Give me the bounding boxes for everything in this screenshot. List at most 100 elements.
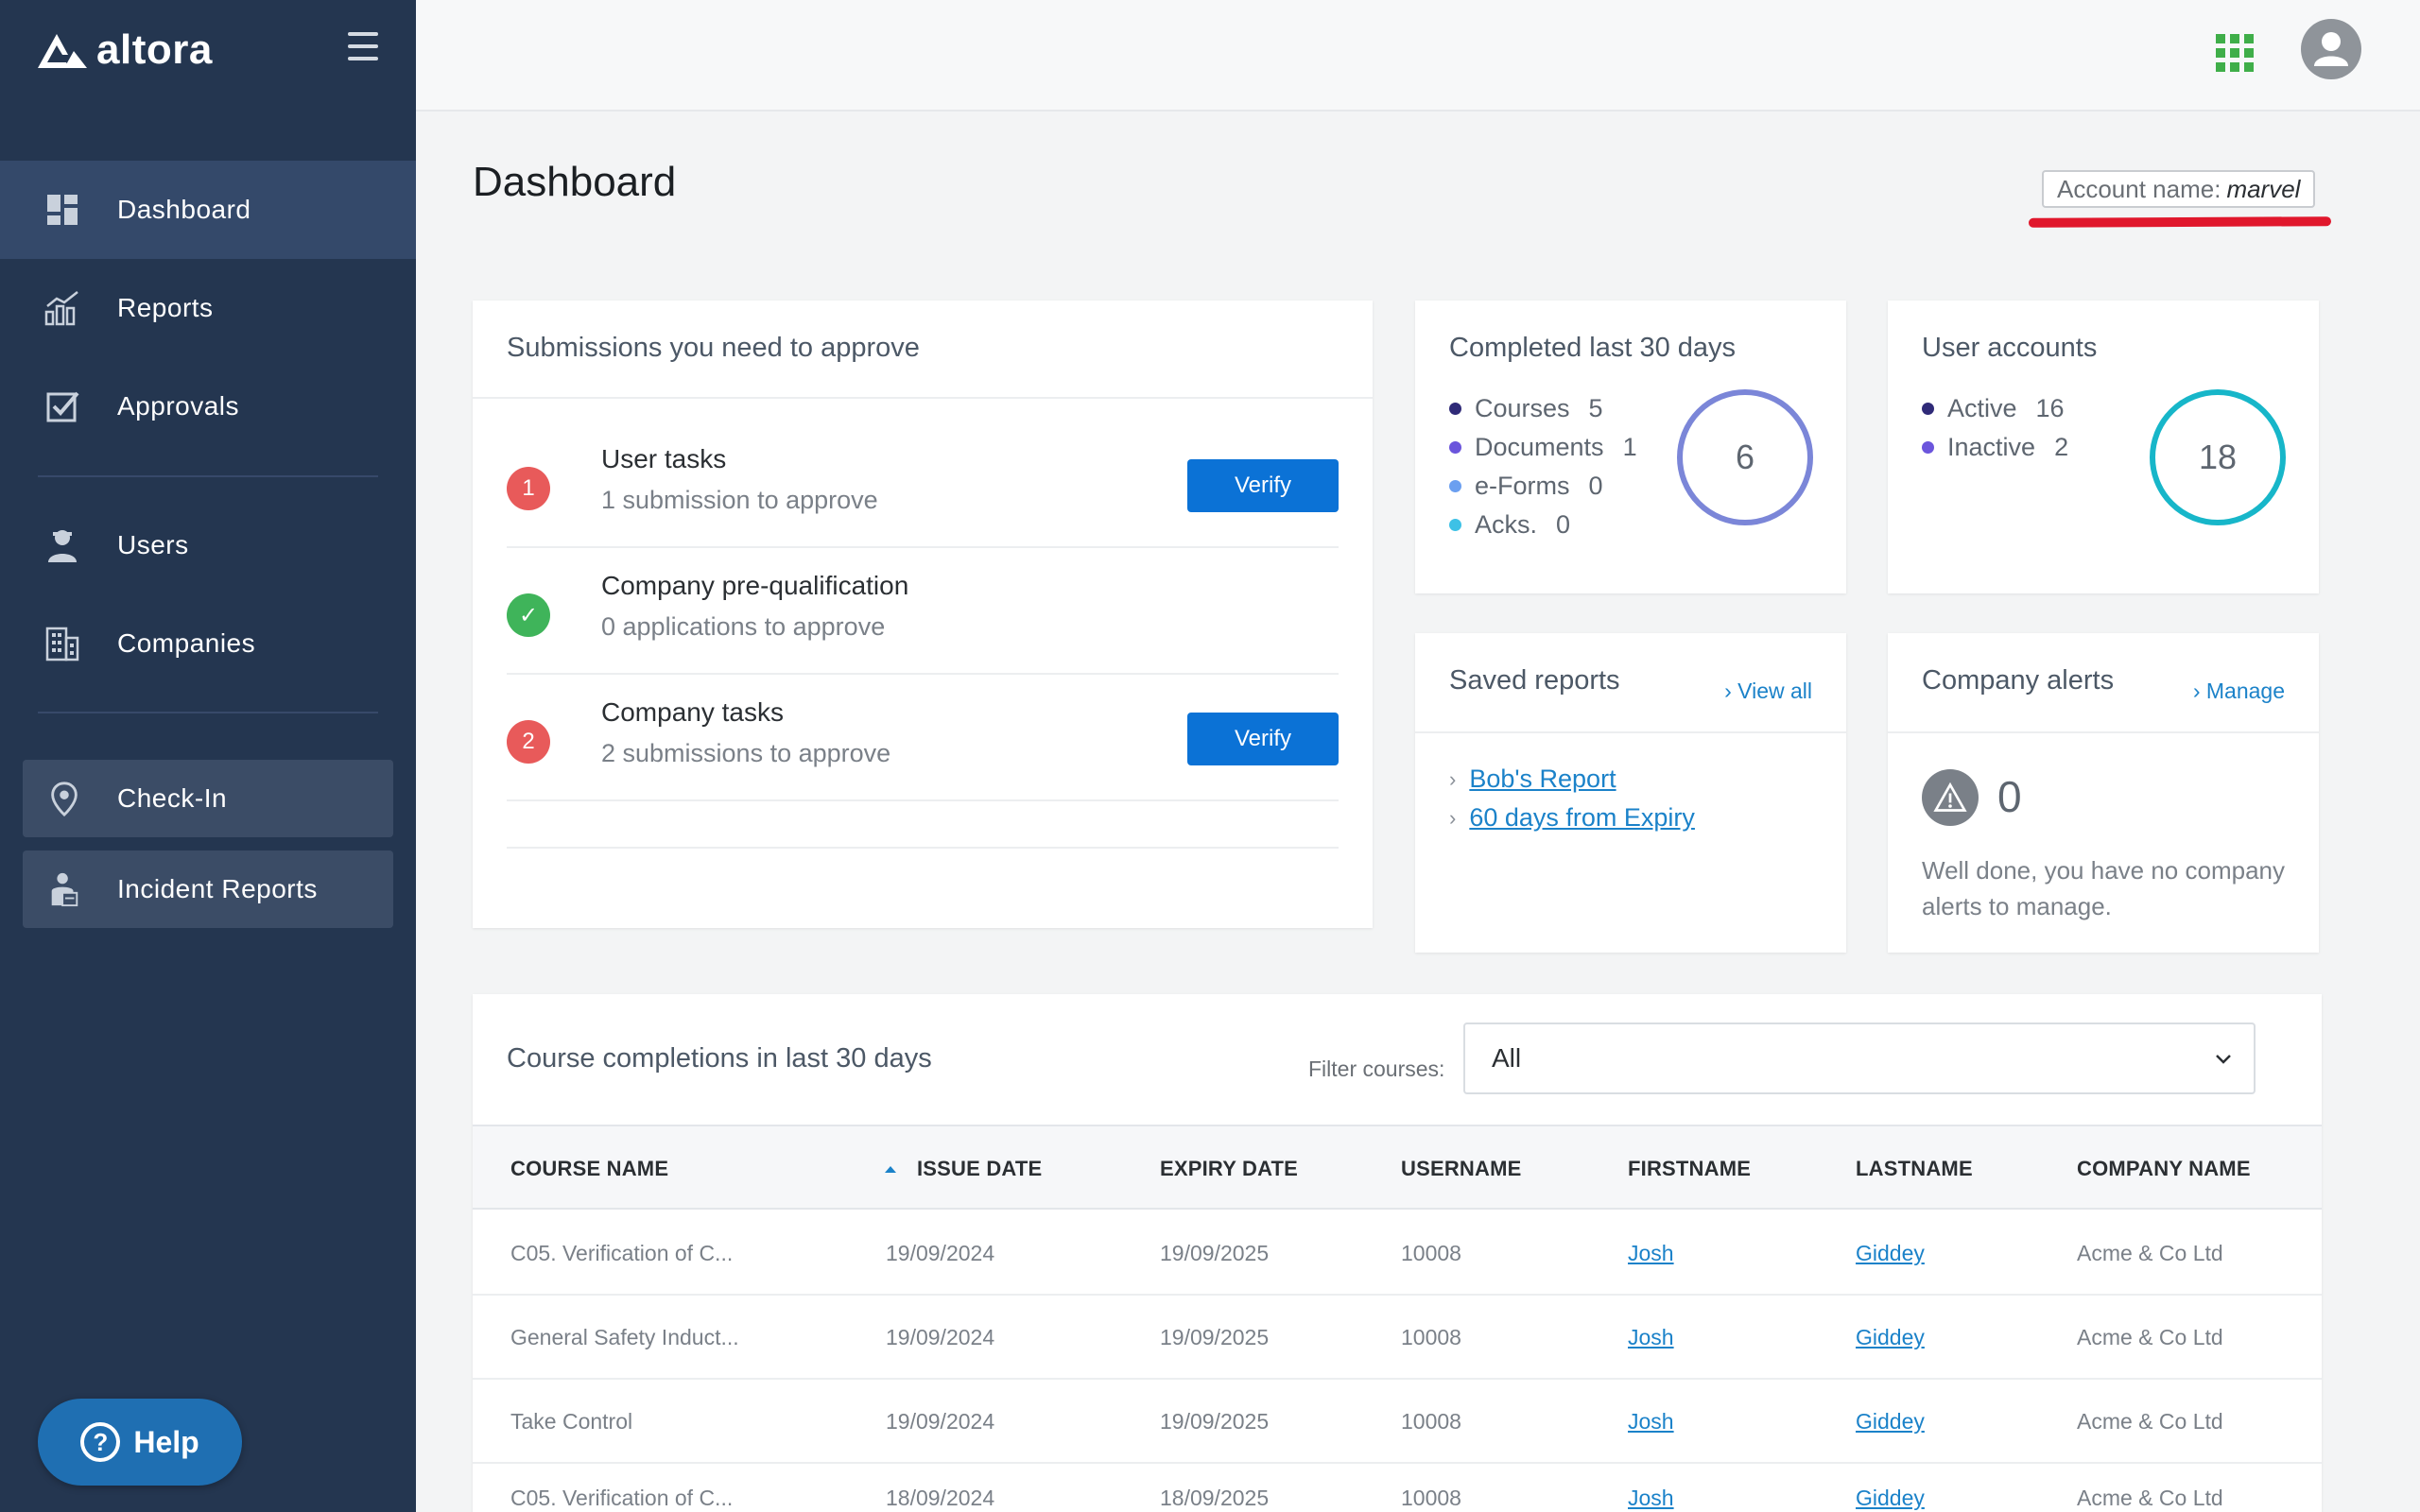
avatar[interactable]	[2301, 19, 2361, 79]
column-header-issue-date[interactable]: ISSUE DATE	[883, 1126, 1042, 1211]
brand-logo[interactable]: altora	[36, 26, 213, 74]
saved-report-link[interactable]: 60 days from Expiry	[1469, 803, 1695, 833]
apps-grid-icon[interactable]	[2216, 34, 2254, 72]
saved-report-link[interactable]: Bob's Report	[1469, 765, 1616, 794]
filter-label: Filter courses:	[1308, 1057, 1445, 1081]
dashboard-icon	[42, 189, 83, 231]
card-divider	[1415, 731, 1846, 733]
nav-item-reports[interactable]: Reports	[0, 259, 416, 357]
legend-dot	[1922, 403, 1934, 415]
cell-company-name: Acme & Co Ltd	[2077, 1325, 2223, 1349]
card-title: Submissions you need to approve	[507, 333, 920, 363]
column-header-firstname[interactable]: FIRSTNAME	[1628, 1126, 1751, 1211]
lastname-link[interactable]: Giddey	[1856, 1241, 1925, 1266]
nav-item-dashboard[interactable]: Dashboard	[0, 161, 416, 259]
user-accounts-total-ring: 18	[2150, 389, 2286, 525]
nav-divider	[38, 712, 378, 713]
manage-label: Manage	[2205, 679, 2285, 703]
lastname-link[interactable]: Giddey	[1856, 1325, 1925, 1350]
cell-company-name: Acme & Co Ltd	[2077, 1486, 2223, 1510]
approval-subtitle: 0 applications to approve	[601, 612, 886, 641]
chevron-down-icon	[2216, 1055, 2231, 1064]
card-title: User accounts	[1922, 333, 2098, 363]
legend-item: Acks. 0	[1449, 506, 1637, 544]
annotation-underline	[2028, 216, 2332, 228]
card-title: Saved reports	[1449, 665, 1620, 696]
column-header-expiry-date[interactable]: EXPIRY DATE	[1160, 1126, 1298, 1211]
cell-username: 10008	[1401, 1325, 1461, 1349]
lastname-link[interactable]: Giddey	[1856, 1409, 1925, 1435]
cell-username: 10008	[1401, 1486, 1461, 1510]
cell-expiry-date: 19/09/2025	[1160, 1241, 1270, 1265]
legend-label: Acks.	[1475, 510, 1538, 539]
nav-item-approvals[interactable]: Approvals	[0, 357, 416, 455]
card-divider	[473, 397, 1373, 399]
firstname-link[interactable]: Josh	[1628, 1325, 1674, 1350]
incident-icon	[45, 870, 83, 908]
cell-expiry-date: 19/09/2025	[1160, 1325, 1270, 1349]
saved-reports-card: Saved reports › View all › Bob's Report ›…	[1415, 633, 1846, 953]
verify-button[interactable]: Verify	[1187, 459, 1339, 512]
column-header-course-name[interactable]: COURSE NAME	[510, 1126, 668, 1211]
legend-item: e-Forms 0	[1449, 467, 1637, 506]
legend-dot	[1449, 480, 1461, 492]
cell-firstname: Josh	[1628, 1211, 1674, 1296]
nav-divider	[38, 475, 378, 477]
approval-subtitle: 1 submission to approve	[601, 486, 878, 514]
card-divider	[1888, 731, 2319, 733]
user-accounts-legend: Active 16 Inactive 2	[1922, 389, 2068, 467]
nav-item-label: Companies	[117, 628, 256, 658]
cell-course-name: General Safety Induct...	[510, 1325, 739, 1349]
cell-course-name: C05. Verification of C...	[510, 1486, 734, 1510]
cell-firstname: Josh	[1628, 1296, 1674, 1380]
cell-issue-date: 18/09/2024	[886, 1486, 995, 1510]
cell-company-name: Acme & Co Ltd	[2077, 1241, 2223, 1265]
filter-selected-value: All	[1492, 1043, 1522, 1073]
legend-label: Active	[1947, 394, 2017, 422]
lastname-link[interactable]: Giddey	[1856, 1486, 1925, 1511]
chevron-right-icon: ›	[1449, 805, 1457, 830]
firstname-link[interactable]: Josh	[1628, 1241, 1674, 1266]
legend-dot	[1449, 441, 1461, 454]
table-row: Take Control 19/09/2024 19/09/2025 10008…	[473, 1380, 2322, 1464]
alert-message: Well done, you have no company alerts to…	[1922, 856, 2285, 920]
nav-item-users[interactable]: Users	[0, 496, 416, 594]
incident-reports-button[interactable]: Incident Reports	[23, 850, 393, 928]
sidebar: altora Dashboard Reports Approvals Users…	[0, 0, 416, 1512]
cell-firstname: Josh	[1628, 1380, 1674, 1464]
legend-value: 0	[1556, 510, 1571, 539]
brand-name: altora	[96, 26, 213, 73]
help-icon: ?	[80, 1422, 121, 1462]
cell-lastname: Giddey	[1856, 1211, 1925, 1296]
legend-value: 16	[2035, 394, 2065, 422]
manage-link[interactable]: › Manage	[2193, 679, 2285, 704]
legend-item: Inactive 2	[1922, 428, 2068, 467]
column-header-company-name[interactable]: COMPANY NAME	[2077, 1126, 2251, 1211]
user-avatar-icon	[2314, 32, 2348, 66]
incident-reports-label: Incident Reports	[117, 874, 318, 903]
legend-value: 0	[1588, 472, 1603, 500]
account-name-badge: Account name: marvel	[2042, 170, 2316, 208]
column-header-lastname[interactable]: LASTNAME	[1856, 1126, 1973, 1211]
nav-item-label: Dashboard	[117, 195, 251, 224]
account-name-value: marvel	[2226, 174, 2301, 203]
menu-toggle-icon[interactable]	[348, 32, 378, 60]
check-in-button[interactable]: Check-In	[23, 760, 393, 837]
firstname-link[interactable]: Josh	[1628, 1486, 1674, 1511]
building-icon	[42, 623, 83, 664]
help-button[interactable]: ? Help	[38, 1399, 242, 1486]
view-all-link[interactable]: › View all	[1724, 679, 1812, 704]
verify-button[interactable]: Verify	[1187, 713, 1339, 765]
sort-asc-icon	[885, 1166, 896, 1173]
legend-label: Inactive	[1947, 433, 2036, 461]
cell-course-name: Take Control	[510, 1409, 633, 1434]
firstname-link[interactable]: Josh	[1628, 1409, 1674, 1435]
checkbox-icon	[42, 386, 83, 427]
table-row: General Safety Induct... 19/09/2024 19/0…	[473, 1296, 2322, 1380]
approval-title: User tasks	[601, 444, 727, 473]
column-header-username[interactable]: USERNAME	[1401, 1126, 1522, 1211]
legend-label: Courses	[1475, 394, 1570, 422]
nav-item-companies[interactable]: Companies	[0, 594, 416, 693]
filter-courses-select[interactable]: All	[1463, 1022, 2256, 1094]
approval-title: Company tasks	[601, 697, 784, 727]
